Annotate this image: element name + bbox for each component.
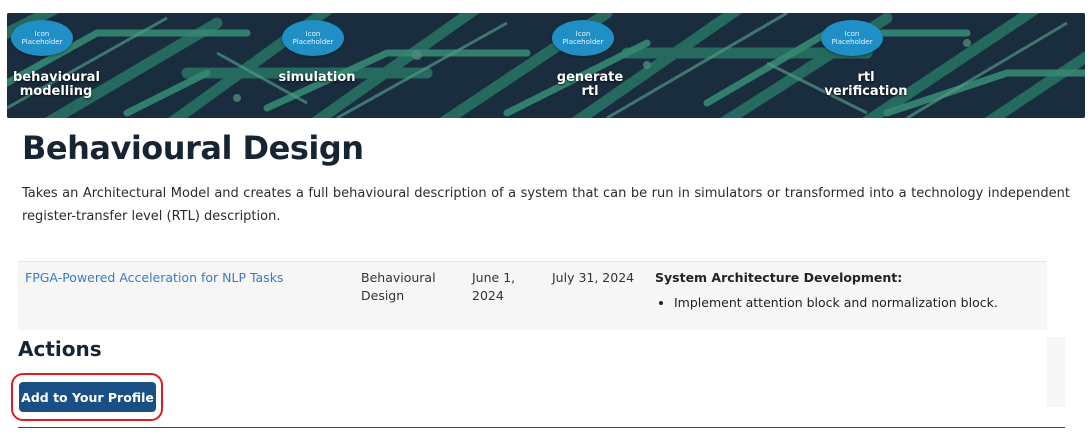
- row-edge-strip: [1047, 337, 1065, 407]
- step-generate-rtl[interactable]: Icon Placeholder generate rtl: [550, 13, 700, 118]
- icon-placeholder-badge: Icon Placeholder: [821, 20, 883, 56]
- divider: [18, 427, 1065, 428]
- step-label: behavioural modelling: [13, 70, 100, 99]
- icon-placeholder-badge: Icon Placeholder: [282, 20, 344, 56]
- step-behavioural-modelling[interactable]: Icon Placeholder behavioural modelling: [7, 13, 157, 118]
- project-tasks: System Architecture Development: Impleme…: [655, 269, 1035, 312]
- project-start-date: June 1, 2024: [472, 270, 516, 303]
- step-label: generate rtl: [556, 70, 624, 99]
- task-item: Implement attention block and normalizat…: [674, 294, 1035, 312]
- icon-placeholder-badge: Icon Placeholder: [552, 20, 614, 56]
- project-stage: Behavioural Design: [361, 270, 436, 303]
- step-rtl-verification[interactable]: Icon Placeholder rtl verification: [820, 13, 970, 118]
- task-title: System Architecture Development:: [655, 270, 903, 285]
- workflow-banner: Icon Placeholder behavioural modelling I…: [7, 13, 1085, 118]
- actions-heading: Actions: [18, 337, 102, 361]
- task-list: Implement attention block and normalizat…: [655, 294, 1035, 312]
- project-end-date: July 31, 2024: [552, 270, 635, 285]
- project-link[interactable]: FPGA-Powered Acceleration for NLP Tasks: [25, 269, 283, 287]
- project-row: FPGA-Powered Acceleration for NLP Tasks …: [18, 261, 1047, 330]
- step-label: simulation: [278, 70, 356, 85]
- add-to-profile-button[interactable]: Add to Your Profile: [19, 382, 156, 412]
- page-description: Takes an Architectural Model and creates…: [22, 186, 1070, 224]
- icon-placeholder-badge: Icon Placeholder: [11, 20, 73, 56]
- step-label: rtl verification: [824, 70, 908, 99]
- step-simulation[interactable]: Icon Placeholder simulation: [277, 13, 427, 118]
- page-title: Behavioural Design: [22, 129, 364, 167]
